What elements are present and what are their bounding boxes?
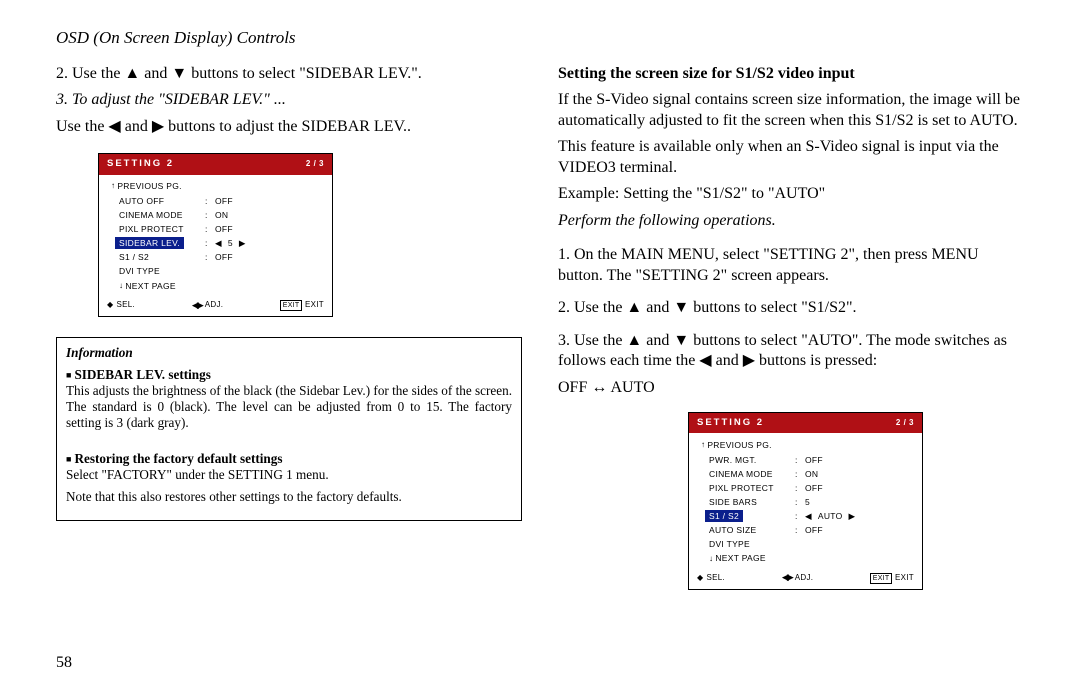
osd1-page-indicator: 2 / 3 bbox=[306, 159, 324, 169]
osd1-exit: EXIT bbox=[305, 300, 324, 310]
osd2-highlight-val: AUTO bbox=[818, 511, 843, 522]
osd2-r4-val: OFF bbox=[805, 525, 912, 536]
right-heading: Setting the screen size for S1/S2 video … bbox=[558, 64, 1024, 84]
down-arrow-icon: ↓ bbox=[709, 554, 713, 564]
osd1-next: NEXT PAGE bbox=[125, 281, 176, 292]
info-title: Information bbox=[66, 345, 512, 361]
square-bullet-icon: ■ bbox=[66, 370, 71, 380]
osd-menu-sidebar-lev: SETTING 2 2 / 3 ↑PREVIOUS PG. AUTO OFF:O… bbox=[98, 153, 333, 317]
osd2-r5-label: DVI TYPE bbox=[709, 539, 795, 550]
osd2-r2-label: PIXL PROTECT bbox=[709, 483, 795, 494]
osd2-sel: SEL. bbox=[706, 573, 725, 583]
osd2-r0-val: OFF bbox=[805, 455, 912, 466]
osd1-highlight-label: SIDEBAR LEV. bbox=[115, 237, 184, 249]
triangle-left-icon: ◀ bbox=[215, 238, 222, 249]
osd1-highlight-val: 5 bbox=[228, 238, 233, 249]
osd2-r1-val: ON bbox=[805, 469, 912, 480]
osd1-r4-label: DVI TYPE bbox=[119, 266, 205, 277]
right-s3b: OFF ↔ AUTO bbox=[558, 378, 1024, 398]
osd2-r4-label: AUTO SIZE bbox=[709, 525, 795, 536]
triangle-right-icon: ▶ bbox=[849, 511, 856, 522]
osd1-r1-val: ON bbox=[215, 210, 322, 221]
osd2-exit: EXIT bbox=[895, 573, 914, 583]
osd1-r2-label: PIXL PROTECT bbox=[119, 224, 205, 235]
osd2-highlight-label: S1 / S2 bbox=[705, 510, 743, 522]
osd2-r1-label: CINEMA MODE bbox=[709, 469, 795, 480]
leftright-icon: ◀▶ bbox=[192, 300, 202, 312]
right-p2: This feature is available only when an S… bbox=[558, 137, 1024, 178]
down-arrow-icon: ↓ bbox=[119, 281, 123, 291]
osd1-title: SETTING 2 bbox=[107, 158, 174, 170]
left-column: 2. Use the ▲ and ▼ buttons to select "SI… bbox=[56, 64, 522, 590]
exit-icon: EXIT bbox=[280, 300, 302, 311]
page-number: 58 bbox=[56, 654, 72, 672]
left-step3-title: 3. To adjust the "SIDEBAR LEV." ... bbox=[56, 90, 522, 110]
osd2-r2-val: OFF bbox=[805, 483, 912, 494]
osd1-r3-val: OFF bbox=[215, 252, 322, 263]
right-s1: 1. On the MAIN MENU, select "SETTING 2",… bbox=[558, 245, 1024, 286]
right-perform: Perform the following operations. bbox=[558, 211, 1024, 231]
triangle-right-icon: ▶ bbox=[239, 238, 246, 249]
right-p1: If the S-Video signal contains screen si… bbox=[558, 90, 1024, 131]
info-bullet2-body2: Note that this also restores other setti… bbox=[66, 489, 512, 505]
right-column: Setting the screen size for S1/S2 video … bbox=[558, 64, 1024, 590]
square-bullet-icon: ■ bbox=[66, 454, 71, 464]
right-p3: Example: Setting the "S1/S2" to "AUTO" bbox=[558, 184, 1024, 204]
left-step2: 2. Use the ▲ and ▼ buttons to select "SI… bbox=[56, 64, 522, 84]
info-bullet1-head: SIDEBAR LEV. settings bbox=[74, 367, 210, 382]
osd1-adj: ADJ. bbox=[205, 300, 224, 310]
osd1-prev: PREVIOUS PG. bbox=[117, 181, 182, 192]
osd1-sel: SEL. bbox=[116, 300, 135, 310]
info-bullet1-body: This adjusts the brightness of the black… bbox=[66, 383, 512, 431]
osd1-r1-label: CINEMA MODE bbox=[119, 210, 205, 221]
page-title: OSD (On Screen Display) Controls bbox=[56, 28, 1024, 48]
osd1-r2-val: OFF bbox=[215, 224, 322, 235]
osd2-r3-label: SIDE BARS bbox=[709, 497, 795, 508]
information-box: Information ■SIDEBAR LEV. settings This … bbox=[56, 337, 522, 521]
osd2-next: NEXT PAGE bbox=[715, 553, 766, 564]
osd2-prev: PREVIOUS PG. bbox=[707, 440, 772, 451]
osd2-r3-val: 5 bbox=[805, 497, 912, 508]
info-bullet2-body1: Select "FACTORY" under the SETTING 1 men… bbox=[66, 467, 512, 483]
osd1-r3-label: S1 / S2 bbox=[119, 252, 205, 263]
exit-icon: EXIT bbox=[870, 573, 892, 584]
osd2-page-indicator: 2 / 3 bbox=[896, 418, 914, 428]
up-arrow-icon: ↑ bbox=[111, 181, 115, 191]
osd1-r0-label: AUTO OFF bbox=[119, 196, 205, 207]
info-bullet2-head: Restoring the factory default settings bbox=[74, 451, 282, 466]
right-s2: 2. Use the ▲ and ▼ buttons to select "S1… bbox=[558, 298, 1024, 318]
osd2-adj: ADJ. bbox=[795, 573, 814, 583]
osd-menu-s1s2: SETTING 2 2 / 3 ↑PREVIOUS PG. PWR. MGT.:… bbox=[688, 412, 923, 590]
left-step3-body: Use the ◀ and ▶ buttons to adjust the SI… bbox=[56, 117, 522, 137]
osd2-title: SETTING 2 bbox=[697, 417, 764, 429]
osd1-r0-val: OFF bbox=[215, 196, 322, 207]
right-s3a: 3. Use the ▲ and ▼ buttons to select "AU… bbox=[558, 331, 1024, 372]
leftright-icon: ◀▶ bbox=[782, 572, 792, 584]
osd2-r0-label: PWR. MGT. bbox=[709, 455, 795, 466]
updown-icon: ◆ bbox=[697, 573, 703, 583]
up-arrow-icon: ↑ bbox=[701, 440, 705, 450]
triangle-left-icon: ◀ bbox=[805, 511, 812, 522]
updown-icon: ◆ bbox=[107, 300, 113, 310]
